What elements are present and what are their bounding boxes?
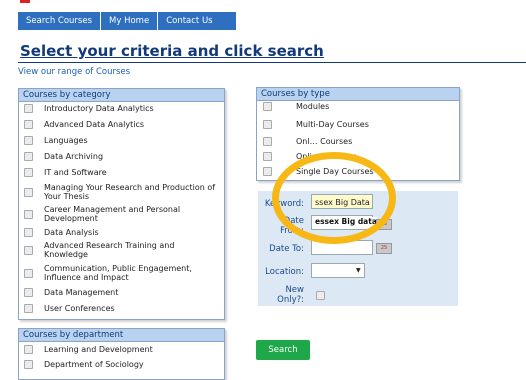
date-to-label: Date To: — [269, 244, 304, 254]
category-label: User Conferences — [44, 304, 115, 313]
checkbox[interactable] — [24, 228, 33, 237]
category-item[interactable]: User Conferences — [19, 304, 115, 313]
checkbox[interactable] — [263, 120, 272, 129]
location-label: Location: — [265, 267, 304, 277]
type-item[interactable]: Multi-Day Courses — [257, 120, 369, 129]
checkbox[interactable] — [24, 136, 33, 145]
category-item[interactable]: Introductory Data Analytics — [19, 104, 154, 113]
department-item[interactable]: Department of Sociology — [19, 360, 144, 369]
search-button[interactable]: Search — [256, 340, 310, 360]
checkbox[interactable] — [24, 304, 33, 313]
category-item[interactable]: Advanced Research Training and Knowledge — [19, 241, 219, 259]
type-item[interactable]: Onl… Courses — [257, 137, 352, 146]
category-label: Data Archiving — [44, 152, 104, 161]
category-item[interactable]: Career Management and Personal Developme… — [19, 205, 219, 223]
department-label: Learning and Development — [44, 345, 153, 354]
category-item[interactable]: Data Analysis — [19, 228, 99, 237]
checkbox[interactable] — [263, 137, 272, 146]
type-label: Modules — [296, 102, 330, 111]
page-title: Select your criteria and click search — [20, 42, 324, 60]
category-item[interactable]: Data Archiving — [19, 152, 103, 161]
checkbox[interactable] — [24, 245, 33, 255]
title-divider — [18, 62, 526, 63]
nav-contact-us[interactable]: Contact Us — [158, 12, 220, 30]
category-item[interactable]: Languages — [19, 136, 88, 145]
department-label: Department of Sociology — [44, 360, 144, 369]
department-panel-title: Courses by department — [19, 329, 224, 342]
department-panel: Courses by department Learning and Devel… — [18, 328, 225, 380]
new-only-label: New Only?: — [277, 285, 304, 305]
category-label: IT and Software — [44, 168, 107, 177]
department-item[interactable]: Learning and Development — [19, 345, 153, 354]
type-panel-title: Courses by type — [257, 88, 459, 101]
category-item[interactable]: Data Management — [19, 288, 118, 297]
type-label: Onl… Courses — [296, 137, 353, 146]
category-item[interactable]: IT and Software — [19, 168, 107, 177]
category-label: Advanced Data Analytics — [44, 120, 145, 129]
checkbox[interactable] — [263, 167, 272, 176]
category-label: Introductory Data Analytics — [44, 104, 154, 113]
checkbox[interactable] — [24, 288, 33, 297]
top-navigation: Search Courses My Home Contact Us — [18, 12, 236, 30]
logo-mark — [20, 0, 30, 3]
highlight-annotation-circle — [272, 152, 396, 244]
category-label: Data Management — [44, 288, 119, 297]
category-item[interactable]: Communication, Public Engagement, Influe… — [19, 264, 219, 282]
checkbox[interactable] — [24, 168, 33, 177]
checkbox[interactable] — [24, 345, 33, 354]
category-item[interactable]: Managing Your Research and Production of… — [19, 183, 219, 201]
category-panel: Courses by category Introductory Data An… — [18, 88, 225, 320]
category-panel-title: Courses by category — [19, 89, 224, 102]
checkbox[interactable] — [263, 102, 272, 111]
type-label: Multi-Day Courses — [296, 120, 369, 129]
view-courses-link[interactable]: View our range of Courses — [18, 67, 130, 77]
checkbox[interactable] — [24, 268, 33, 278]
chevron-down-icon: ▼ — [356, 267, 361, 274]
type-item[interactable]: Modules — [257, 102, 329, 111]
date-to-calendar-icon[interactable]: 25 — [376, 243, 392, 254]
category-label: Communication, Public Engagement, Influe… — [44, 264, 192, 282]
checkbox[interactable] — [24, 360, 33, 369]
nav-my-home[interactable]: My Home — [101, 12, 159, 30]
category-label: Languages — [44, 136, 88, 145]
category-label: Career Management and Personal Developme… — [44, 205, 181, 223]
checkbox[interactable] — [24, 187, 33, 197]
category-item[interactable]: Advanced Data Analytics — [19, 120, 144, 129]
category-label: Advanced Research Training and Knowledge — [44, 241, 175, 259]
checkbox[interactable] — [24, 152, 33, 161]
checkbox[interactable] — [263, 152, 272, 161]
checkbox[interactable] — [24, 209, 33, 219]
new-only-checkbox[interactable] — [316, 291, 325, 300]
checkbox[interactable] — [24, 104, 33, 113]
category-label: Data Analysis — [44, 228, 99, 237]
checkbox[interactable] — [24, 120, 33, 129]
nav-search-courses[interactable]: Search Courses — [18, 12, 102, 30]
category-label: Managing Your Research and Production of… — [44, 183, 216, 201]
